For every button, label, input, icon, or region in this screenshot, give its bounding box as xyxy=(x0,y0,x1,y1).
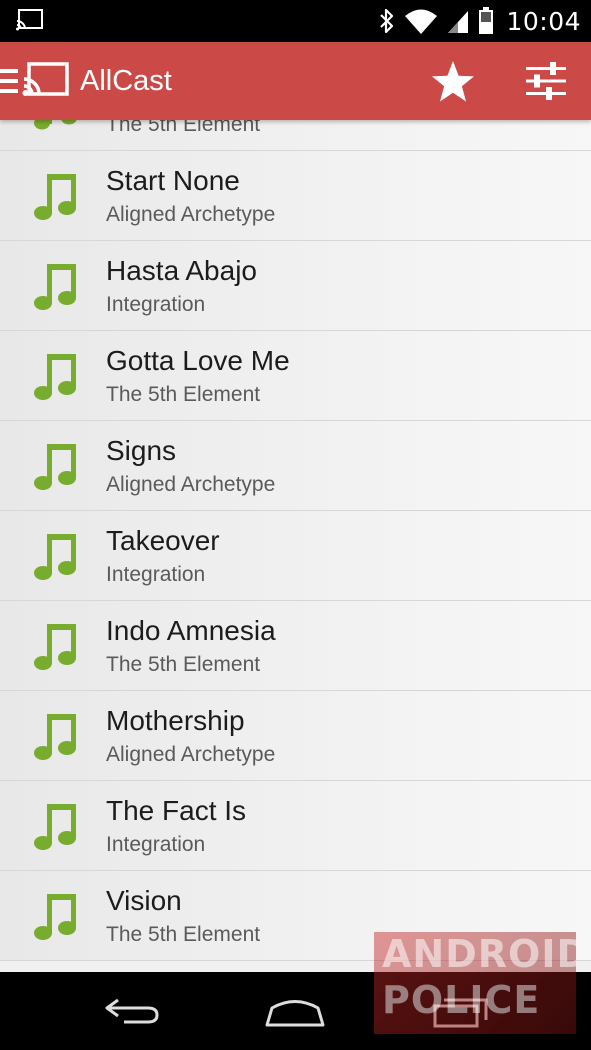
status-clock: 10:04 xyxy=(506,6,581,36)
song-list[interactable]: The 5th Element Start None Aligned Arche… xyxy=(0,120,591,972)
back-icon[interactable] xyxy=(104,994,160,1028)
cell-signal-icon xyxy=(448,11,469,33)
song-row[interactable]: Gotta Love Me The 5th Element xyxy=(0,331,591,421)
music-note-icon xyxy=(34,894,76,940)
app-title: AllCast xyxy=(80,65,172,97)
song-row[interactable]: Mothership Aligned Archetype xyxy=(0,691,591,781)
song-title: Gotta Love Me xyxy=(106,345,290,376)
song-list-track: The 5th Element Start None Aligned Arche… xyxy=(0,120,591,961)
song-title: Takeover xyxy=(106,525,220,556)
music-note-icon xyxy=(34,444,76,490)
music-note-icon xyxy=(34,354,76,400)
action-bar: AllCast xyxy=(0,42,591,120)
song-artist: The 5th Element xyxy=(106,383,261,406)
music-note-icon xyxy=(34,264,76,310)
music-note-icon xyxy=(34,804,76,850)
song-row[interactable]: Hasta Abajo Integration xyxy=(0,241,591,331)
battery-icon xyxy=(479,7,494,34)
song-row[interactable]: Start None Aligned Archetype xyxy=(0,151,591,241)
song-artist: Aligned Archetype xyxy=(106,473,276,496)
song-artist: Aligned Archetype xyxy=(106,743,276,766)
status-bar: 10:04 xyxy=(0,0,591,42)
wifi-icon xyxy=(405,9,438,34)
song-title: Signs xyxy=(106,435,177,466)
song-title: Vision xyxy=(106,885,182,916)
screen: 10:04 AllCast The 5th Element Start None… xyxy=(0,0,591,1050)
android-police-watermark: ANDROID POLICE xyxy=(374,932,576,1034)
song-row[interactable]: The Fact Is Integration xyxy=(0,781,591,871)
song-artist: The 5th Element xyxy=(106,923,261,946)
home-icon[interactable] xyxy=(264,994,326,1028)
music-note-icon xyxy=(34,120,77,130)
song-artist: Aligned Archetype xyxy=(106,203,276,226)
song-artist: Integration xyxy=(106,833,206,856)
music-note-icon xyxy=(34,174,76,220)
music-note-icon xyxy=(34,624,76,670)
song-artist: Integration xyxy=(106,563,206,586)
favorites-star-icon[interactable] xyxy=(430,59,476,105)
bluetooth-icon xyxy=(380,8,394,34)
song-artist: The 5th Element xyxy=(106,120,261,136)
settings-sliders-icon[interactable] xyxy=(524,59,568,103)
song-title: Start None xyxy=(106,165,240,196)
cast-status-icon xyxy=(16,9,43,31)
music-note-icon xyxy=(34,714,76,760)
song-title: The Fact Is xyxy=(106,795,247,826)
song-row[interactable]: The 5th Element xyxy=(0,120,591,151)
song-title: Hasta Abajo xyxy=(106,255,257,286)
song-title: Mothership xyxy=(106,705,245,736)
song-title: Indo Amnesia xyxy=(106,615,276,646)
watermark-line-1: ANDROID xyxy=(382,932,576,976)
song-artist: Integration xyxy=(106,293,206,316)
drawer-menu-icon[interactable] xyxy=(0,68,18,94)
allcast-logo-icon[interactable] xyxy=(22,62,70,98)
song-row[interactable]: Indo Amnesia The 5th Element xyxy=(0,601,591,691)
song-row[interactable]: Signs Aligned Archetype xyxy=(0,421,591,511)
music-note-icon xyxy=(34,534,76,580)
song-row[interactable]: Takeover Integration xyxy=(0,511,591,601)
watermark-line-2: POLICE xyxy=(382,978,541,1022)
song-artist: The 5th Element xyxy=(106,653,261,676)
